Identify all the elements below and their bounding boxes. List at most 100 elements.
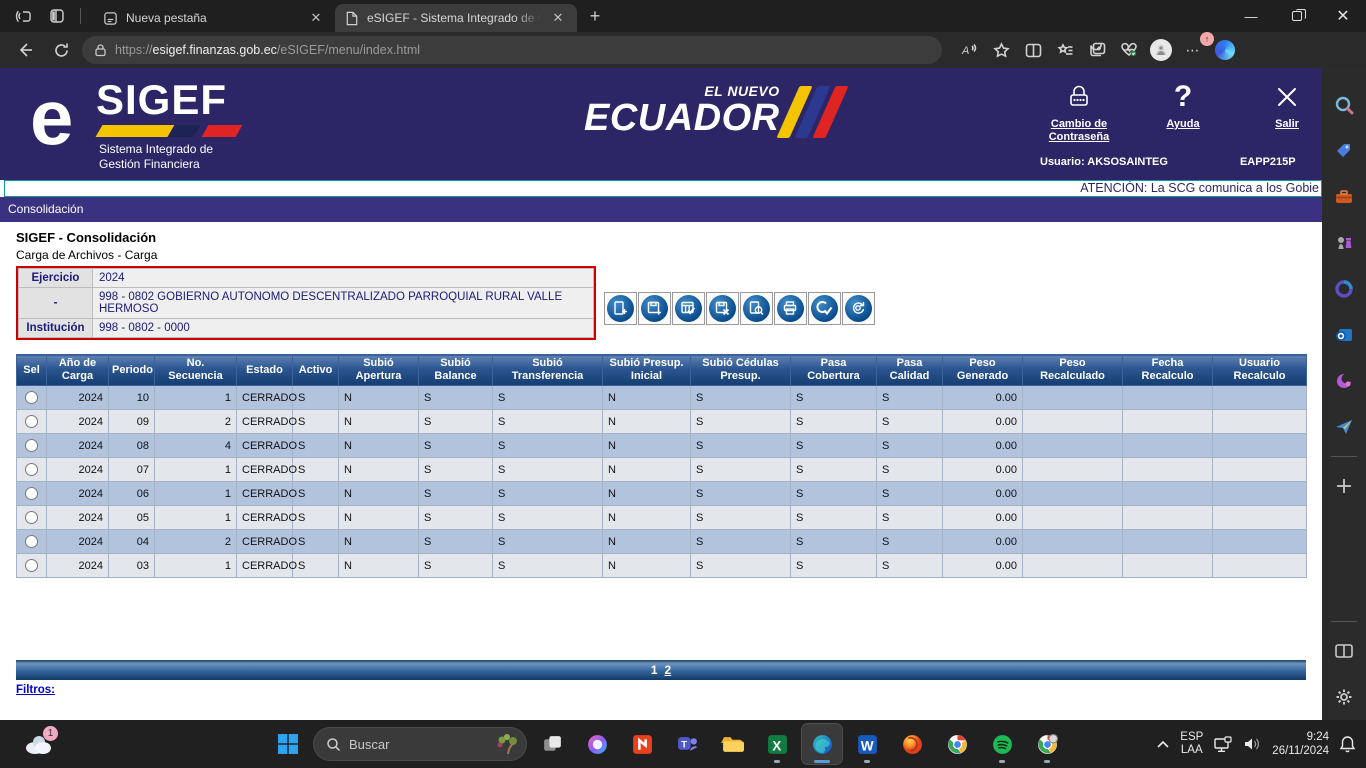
sidebar-drop-icon[interactable] [1326, 404, 1362, 450]
notification-bell-icon[interactable] [1339, 735, 1356, 753]
tray-chevron-icon[interactable] [1156, 739, 1170, 749]
taskbar-app-file-explorer[interactable] [712, 724, 752, 764]
row-radio-button[interactable] [25, 415, 38, 428]
taskbar-app-spotify[interactable] [982, 724, 1022, 764]
row-radio-button[interactable] [25, 463, 38, 476]
table-cell: S [790, 457, 877, 482]
browser-essentials-icon[interactable] [1114, 36, 1144, 64]
column-header: Estado [236, 354, 293, 386]
table-cell [1022, 529, 1123, 554]
split-screen-icon[interactable] [1018, 36, 1048, 64]
save-record-button[interactable] [638, 292, 671, 325]
tab-title: eSIGEF - Sistema Integrado de G [367, 11, 541, 25]
preview-record-icon [743, 295, 770, 322]
workspaces-icon[interactable] [8, 3, 38, 29]
table-cell [1122, 409, 1213, 434]
taskbar-app-chrome[interactable] [937, 724, 977, 764]
esigef-logo-name: SIGEF [96, 76, 228, 123]
taskbar-app-firefox[interactable] [892, 724, 932, 764]
row-radio-button[interactable] [25, 535, 38, 548]
read-aloud-icon[interactable]: A [954, 36, 984, 64]
table-cell: N [602, 409, 691, 434]
quality-check-button[interactable] [808, 292, 841, 325]
menubar-consolidacion[interactable]: Consolidación [0, 197, 1322, 222]
row-select-cell [16, 457, 47, 482]
start-button[interactable] [268, 724, 308, 764]
table-cell: S [418, 457, 493, 482]
sidebar-shopping-icon[interactable] [1326, 128, 1362, 174]
row-radio-button[interactable] [25, 559, 38, 572]
table-cell: 07 [108, 457, 155, 482]
pagination-link[interactable]: 2 [665, 663, 672, 677]
record-toolbar [604, 292, 875, 325]
info-row: Ejercicio 2024 [18, 268, 594, 288]
print-button[interactable] [774, 292, 807, 325]
validate-record-button[interactable] [672, 292, 705, 325]
tab-nueva-pestana[interactable]: Nueva pestaña ✕ [93, 4, 335, 32]
back-icon[interactable] [10, 36, 40, 64]
tab-esigef[interactable]: eSIGEF - Sistema Integrado de G ✕ [335, 4, 577, 32]
tab-close-icon[interactable]: ✕ [549, 9, 567, 27]
help-button[interactable]: ? Ayuda [1144, 80, 1222, 144]
favorite-star-icon[interactable] [986, 36, 1016, 64]
table-cell [1212, 409, 1307, 434]
row-radio-button[interactable] [25, 439, 38, 452]
exit-button[interactable]: Salir [1248, 80, 1322, 144]
table-cell: S [492, 409, 603, 434]
close-button[interactable]: ✕ [1320, 0, 1366, 32]
taskbar-search[interactable]: Buscar [313, 727, 527, 761]
table-cell: S [690, 553, 791, 578]
profile-avatar[interactable] [1146, 36, 1176, 64]
delete-record-button[interactable] [706, 292, 739, 325]
taskbar-app-copilot[interactable] [577, 724, 617, 764]
new-tab-button[interactable]: + [581, 2, 609, 30]
sidebar-outlook-icon[interactable] [1326, 312, 1362, 358]
copilot-icon[interactable] [1210, 36, 1240, 64]
settings-more-icon[interactable]: ⋯ ↑ [1178, 32, 1214, 64]
taskbar-app-teams[interactable]: T [667, 724, 707, 764]
taskbar-app-edge[interactable] [801, 723, 843, 765]
clock[interactable]: 9:24 26/11/2024 [1272, 730, 1329, 758]
taskbar-app-chrome-profile[interactable] [1027, 724, 1067, 764]
tab-activity-icon[interactable] [42, 3, 72, 29]
quality-check-icon [811, 295, 838, 322]
minimize-button[interactable]: — [1228, 0, 1274, 32]
refresh-icon[interactable] [46, 36, 76, 64]
table-cell: S [418, 385, 493, 410]
tab-groups-icon[interactable] [1082, 36, 1112, 64]
preview-record-button[interactable] [740, 292, 773, 325]
sidebar-search-icon[interactable] [1326, 82, 1362, 128]
filters-link[interactable]: Filtros: [16, 684, 55, 696]
url-bar[interactable]: https://esigef.finanzas.gob.ec/eSIGEF/me… [82, 36, 942, 64]
language-indicator[interactable]: ESP LAA [1180, 731, 1203, 757]
taskbar-app-word[interactable]: W [847, 724, 887, 764]
volume-icon[interactable] [1243, 736, 1262, 752]
row-radio-button[interactable] [25, 487, 38, 500]
table-cell: 0.00 [942, 433, 1023, 458]
sidebar-split-screen-icon[interactable] [1326, 628, 1362, 674]
collections-icon[interactable] [1050, 36, 1080, 64]
row-radio-button[interactable] [25, 391, 38, 404]
sidebar-add-icon[interactable] [1326, 463, 1362, 509]
table-cell: S [492, 553, 603, 578]
table-cell: S [492, 385, 603, 410]
reload-search-button[interactable] [842, 292, 875, 325]
change-password-button[interactable]: Cambio de Contraseña [1040, 80, 1118, 144]
network-icon[interactable] [1213, 735, 1233, 753]
sidebar-tools-icon[interactable] [1326, 174, 1362, 220]
sidebar-designer-icon[interactable] [1326, 358, 1362, 404]
new-record-button[interactable] [604, 292, 637, 325]
sidebar-settings-gear-icon[interactable] [1326, 674, 1362, 720]
taskbar-app-excel[interactable]: X [757, 724, 797, 764]
nuevo-ecuador-logo: EL NUEVO ECUADOR [584, 84, 849, 138]
info-label: Institución [18, 318, 93, 338]
restore-button[interactable] [1274, 0, 1320, 32]
taskbar-app-nitro-pdf[interactable] [622, 724, 662, 764]
row-radio-button[interactable] [25, 511, 38, 524]
tab-close-icon[interactable]: ✕ [307, 9, 325, 27]
sidebar-microsoft-365-icon[interactable] [1326, 266, 1362, 312]
table-cell [1122, 433, 1213, 458]
sidebar-games-icon[interactable] [1326, 220, 1362, 266]
weather-widget[interactable]: 1 [16, 724, 60, 764]
taskbar-app-task-view[interactable] [532, 724, 572, 764]
